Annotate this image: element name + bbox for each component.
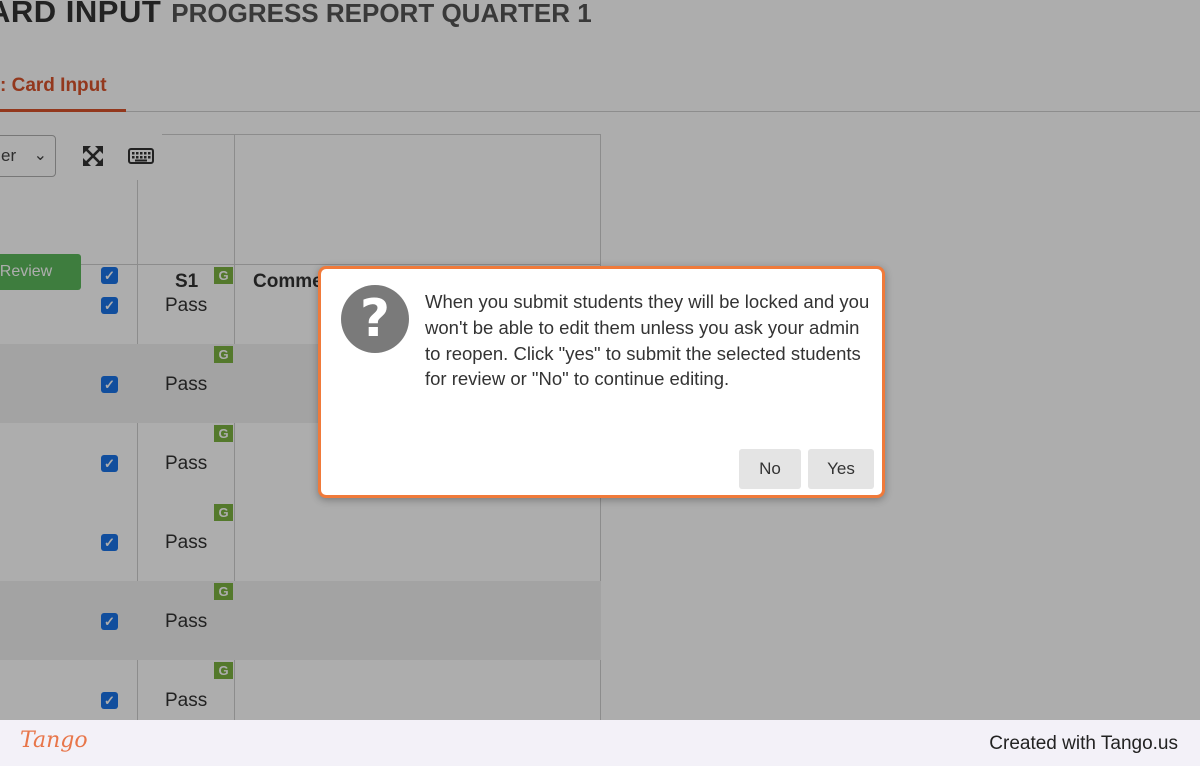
question-icon: ? bbox=[341, 285, 409, 353]
footer-credit: Created with Tango.us bbox=[989, 733, 1178, 754]
dialog-message: When you submit students they will be lo… bbox=[425, 291, 870, 390]
no-button[interactable]: No bbox=[739, 449, 801, 489]
yes-button[interactable]: Yes bbox=[808, 449, 874, 489]
tango-logo: Tango bbox=[20, 728, 88, 753]
confirm-submit-dialog: ? When you submit students they will be … bbox=[318, 266, 885, 498]
footer: Tango Created with Tango.us bbox=[0, 720, 1200, 766]
